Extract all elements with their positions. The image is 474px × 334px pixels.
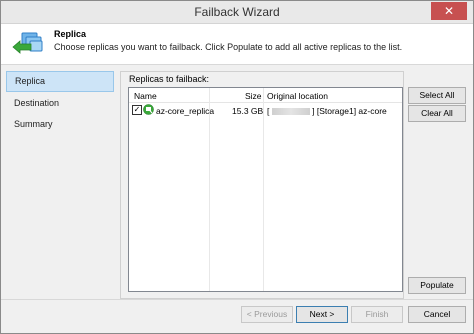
location-path: ] [Storage1] az-core	[312, 106, 387, 116]
table-row[interactable]: ✓ az-core_replica 15.3 GB [ ] [Storage1]…	[129, 103, 402, 117]
step-destination[interactable]: Destination	[6, 94, 114, 113]
wizard-steps: Replica Destination Summary	[6, 71, 114, 299]
list-header: Name Size Original location	[129, 88, 402, 103]
location-bracket: [	[267, 106, 270, 116]
cancel-button[interactable]: Cancel	[408, 306, 466, 323]
replica-size: 15.3 GB	[232, 106, 264, 116]
select-all-button[interactable]: Select All	[408, 87, 466, 104]
clear-all-button[interactable]: Clear All	[408, 105, 466, 122]
row-checkbox[interactable]: ✓	[132, 105, 142, 115]
page-title: Replica	[54, 29, 87, 39]
title-bar: Failback Wizard ✕	[1, 1, 473, 24]
replica-name: az-core_replica	[156, 106, 215, 116]
replicas-list[interactable]: Name Size Original location ✓ az-core_re…	[128, 87, 403, 292]
column-separator	[263, 88, 264, 291]
failback-wizard-window: Failback Wizard ✕ Replica Choose replica…	[0, 0, 474, 334]
page-description: Choose replicas you want to failback. Cl…	[54, 42, 403, 52]
finish-button[interactable]: Finish	[351, 306, 403, 323]
close-button[interactable]: ✕	[431, 2, 467, 20]
vm-replica-icon	[143, 104, 154, 115]
populate-button[interactable]: Populate	[408, 277, 466, 294]
redacted-host	[271, 108, 310, 116]
column-separator	[209, 88, 210, 291]
wizard-header: Replica Choose replicas you want to fail…	[1, 24, 473, 65]
column-header-size[interactable]: Size	[245, 91, 262, 101]
footer-divider	[1, 299, 473, 300]
column-header-location[interactable]: Original location	[267, 91, 328, 101]
replicas-label: Replicas to failback:	[129, 74, 210, 84]
step-summary[interactable]: Summary	[6, 115, 114, 134]
previous-button[interactable]: < Previous	[241, 306, 293, 323]
column-header-name[interactable]: Name	[134, 91, 157, 101]
step-replica[interactable]: Replica	[6, 71, 114, 92]
window-title: Failback Wizard	[194, 5, 280, 19]
next-button[interactable]: Next >	[296, 306, 348, 323]
replica-location: [ ] [Storage1] az-core	[267, 106, 387, 116]
replica-wizard-icon	[12, 32, 43, 54]
